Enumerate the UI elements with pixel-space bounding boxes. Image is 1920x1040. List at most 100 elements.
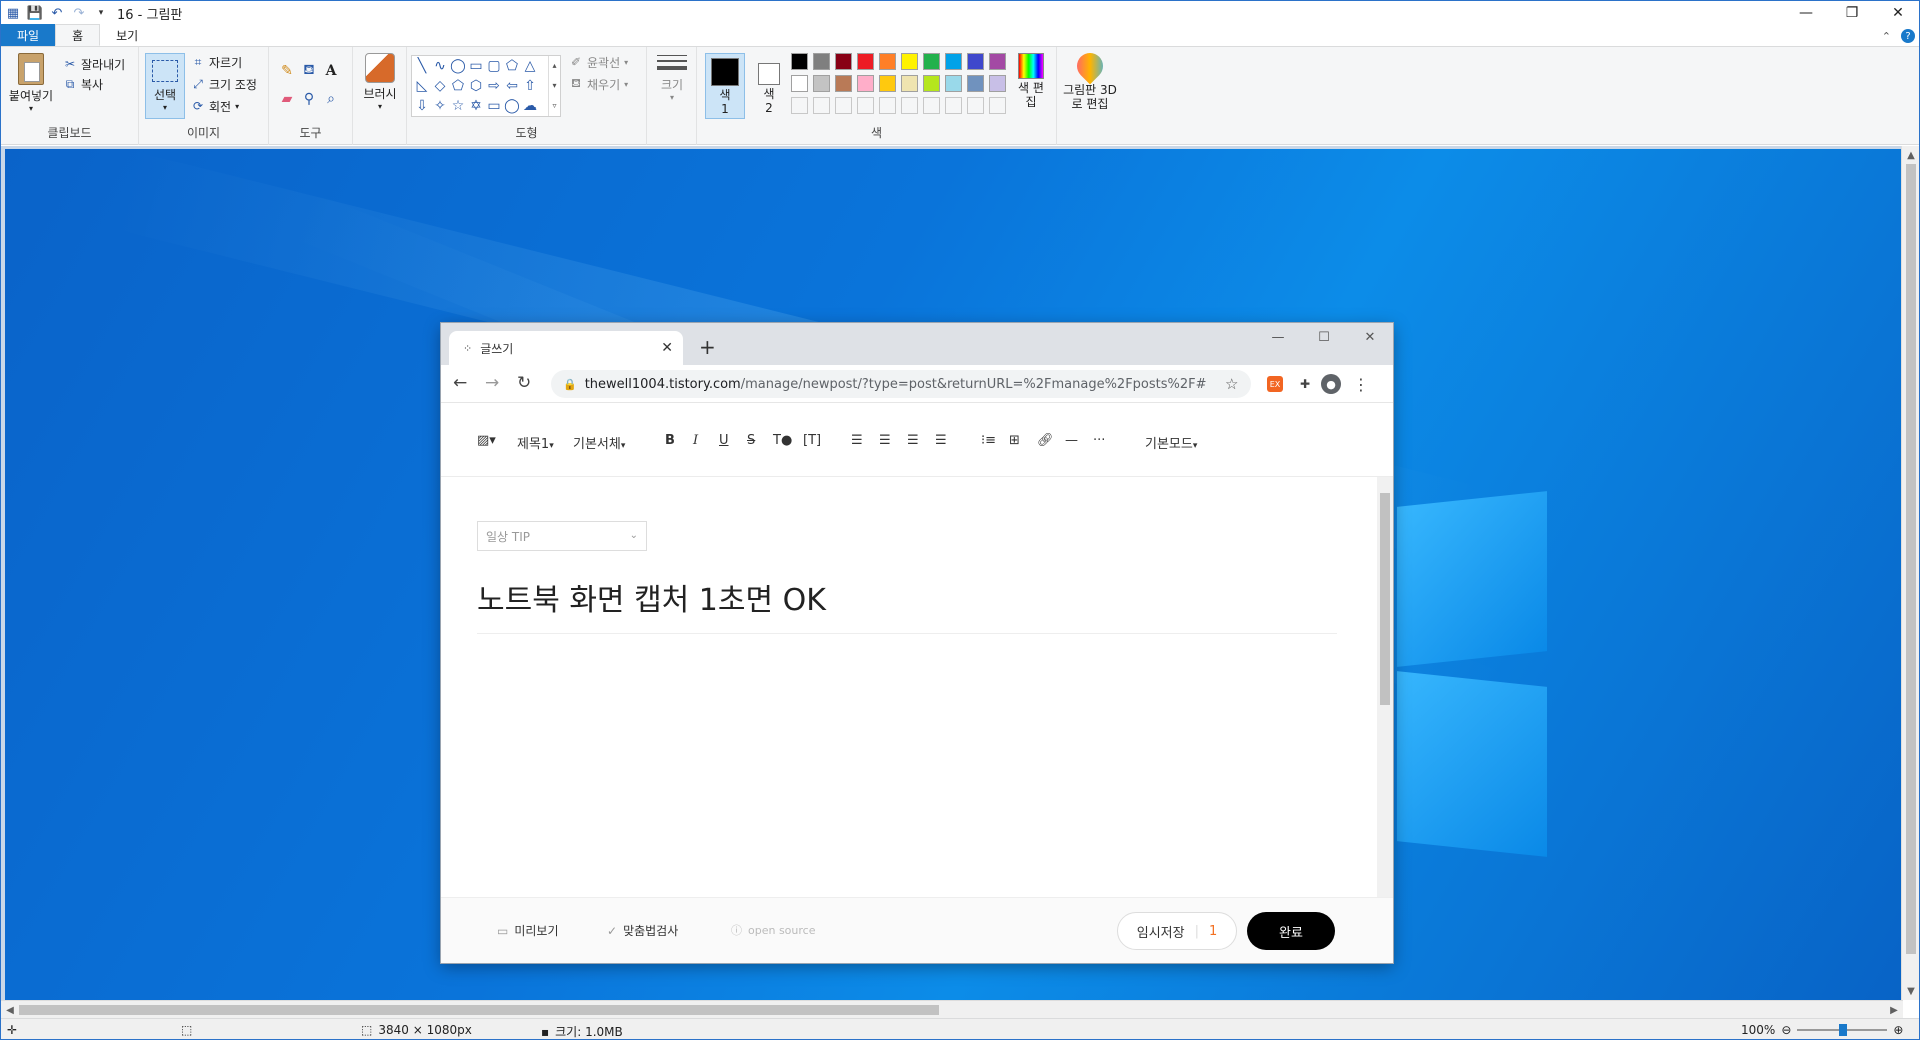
spellcheck-button[interactable]: ✓ 맞춤법검사 bbox=[607, 922, 678, 939]
color-swatch[interactable] bbox=[923, 75, 940, 92]
zoom-in-icon[interactable]: ⊕ bbox=[1893, 1023, 1903, 1037]
copy-button[interactable]: ⧉ 복사 bbox=[63, 75, 103, 93]
oval-callout-shape-icon[interactable]: ◯ bbox=[504, 98, 520, 114]
color-picker-icon[interactable]: ⚲ bbox=[301, 91, 317, 107]
custom-color-slot[interactable] bbox=[901, 97, 918, 114]
profile-avatar-icon[interactable]: ● bbox=[1321, 374, 1341, 394]
eraser-icon[interactable]: ▰ bbox=[279, 91, 295, 107]
align-center-icon[interactable]: ☰ bbox=[879, 433, 891, 448]
browser-close-button[interactable]: ✕ bbox=[1347, 323, 1393, 351]
redo-icon[interactable]: ↷ bbox=[71, 5, 87, 21]
custom-color-slot[interactable] bbox=[813, 97, 830, 114]
five-point-star-shape-icon[interactable]: ☆ bbox=[450, 98, 466, 114]
outline-button[interactable]: ✐ 윤곽선 ▾ bbox=[569, 53, 628, 71]
color-swatch[interactable] bbox=[857, 75, 874, 92]
size-button[interactable]: 크기 ▾ bbox=[651, 55, 693, 102]
rounded-rect-shape-icon[interactable]: ▢ bbox=[486, 58, 502, 74]
extension-icon[interactable]: EX bbox=[1267, 376, 1283, 392]
browser-minimize-button[interactable]: — bbox=[1255, 323, 1301, 351]
fill-button[interactable]: ⛾ 채우기 ▾ bbox=[569, 75, 628, 93]
tab-file[interactable]: 파일 bbox=[1, 24, 56, 46]
scroll-left-icon[interactable]: ◀ bbox=[1, 1001, 19, 1019]
curve-shape-icon[interactable]: ∿ bbox=[432, 58, 448, 74]
color-swatch[interactable] bbox=[835, 75, 852, 92]
color-swatch[interactable] bbox=[967, 75, 984, 92]
triangle-shape-icon[interactable]: △ bbox=[522, 58, 538, 74]
four-point-star-shape-icon[interactable]: ✧ bbox=[432, 98, 448, 114]
address-bar[interactable]: 🔒 thewell1004.tistory.com/manage/newpost… bbox=[551, 370, 1251, 398]
text-icon[interactable]: A bbox=[323, 63, 339, 79]
horizontal-rule-icon[interactable]: — bbox=[1065, 433, 1078, 448]
color-swatch[interactable] bbox=[879, 75, 896, 92]
color-swatch[interactable] bbox=[813, 75, 830, 92]
color-swatch[interactable] bbox=[901, 75, 918, 92]
tab-view[interactable]: 보기 bbox=[100, 24, 154, 46]
color-swatch[interactable] bbox=[791, 53, 808, 70]
collapse-ribbon-icon[interactable]: ⌃ bbox=[1882, 30, 1891, 43]
rectangle-shape-icon[interactable]: ▭ bbox=[468, 58, 484, 74]
vertical-scroll-thumb[interactable] bbox=[1906, 164, 1916, 954]
canvas-area[interactable]: ⁘ 글쓰기 ✕ + — ☐ ✕ ← → ↻ 🔒 thewell1004.tist… bbox=[1, 146, 1903, 1000]
restore-button[interactable]: ❐ bbox=[1829, 1, 1875, 25]
line-shape-icon[interactable]: ╲ bbox=[414, 58, 430, 74]
tab-home[interactable]: 홈 bbox=[55, 24, 101, 46]
editor-body[interactable]: 일상 TIP ⌄ 노트북 화면 캡처 1초면 OK bbox=[441, 477, 1377, 897]
custom-color-slot[interactable] bbox=[923, 97, 940, 114]
menu-kebab-icon[interactable]: ⋮ bbox=[1351, 374, 1371, 394]
bookmark-star-icon[interactable]: ☆ bbox=[1225, 375, 1238, 393]
crop-button[interactable]: ⌗ 자르기 bbox=[191, 53, 243, 71]
help-icon[interactable]: ? bbox=[1901, 29, 1915, 43]
close-button[interactable]: ✕ bbox=[1875, 1, 1919, 25]
resize-button[interactable]: ⤢ 크기 조정 bbox=[191, 75, 257, 93]
horizontal-scroll-thumb[interactable] bbox=[19, 1005, 939, 1015]
link-icon[interactable]: 🔗︎ bbox=[1037, 433, 1054, 448]
pencil-icon[interactable]: ✎ bbox=[279, 63, 295, 79]
italic-icon[interactable]: I bbox=[693, 433, 698, 448]
save-icon[interactable]: 💾 bbox=[27, 5, 43, 21]
shapes-gallery[interactable]: ╲ ∿ ◯ ▭ ▢ ⬠ △ ◺ ◇ ⬠ ⬡ ⇨ ⇦ ⇧ ⇩ ✧ ☆ ✡ ▭ ◯ bbox=[411, 55, 561, 117]
color1-button[interactable]: 색 1 bbox=[705, 53, 745, 119]
color-swatch[interactable] bbox=[945, 53, 962, 70]
paste-button[interactable]: 붙여넣기 ▾ bbox=[7, 53, 55, 113]
color-swatch[interactable] bbox=[967, 53, 984, 70]
custom-color-slot[interactable] bbox=[791, 97, 808, 114]
back-icon[interactable]: ← bbox=[453, 373, 467, 393]
edit-colors-button[interactable]: 색 편집 bbox=[1011, 53, 1051, 109]
up-arrow-shape-icon[interactable]: ⇧ bbox=[522, 78, 538, 94]
custom-color-slot[interactable] bbox=[879, 97, 896, 114]
six-point-star-shape-icon[interactable]: ✡ bbox=[468, 98, 484, 114]
editor-scroll-thumb[interactable] bbox=[1380, 493, 1390, 705]
table-icon[interactable]: ⊞ bbox=[1009, 433, 1020, 448]
polygon-shape-icon[interactable]: ⬠ bbox=[504, 58, 520, 74]
font-dropdown[interactable]: 기본서체▾ bbox=[573, 433, 625, 452]
bullet-list-icon[interactable]: ⁝≡ bbox=[981, 433, 996, 448]
mode-dropdown[interactable]: 기본모드▾ bbox=[1145, 433, 1197, 452]
bold-icon[interactable]: B bbox=[665, 433, 675, 448]
open-source-link[interactable]: ⓘ open source bbox=[731, 922, 815, 938]
align-right-icon[interactable]: ☰ bbox=[907, 433, 919, 448]
color-swatch[interactable] bbox=[813, 53, 830, 70]
category-select[interactable]: 일상 TIP ⌄ bbox=[477, 521, 647, 551]
zoom-out-icon[interactable]: ⊖ bbox=[1781, 1023, 1791, 1037]
rect-callout-shape-icon[interactable]: ▭ bbox=[486, 98, 502, 114]
custom-color-slot[interactable] bbox=[945, 97, 962, 114]
color-swatch[interactable] bbox=[989, 53, 1006, 70]
new-tab-icon[interactable]: + bbox=[699, 335, 716, 359]
color-swatch[interactable] bbox=[857, 53, 874, 70]
pentagon-shape-icon[interactable]: ⬠ bbox=[450, 78, 466, 94]
cut-button[interactable]: ✂ 잘라내기 bbox=[63, 55, 125, 73]
strikethrough-icon[interactable]: S bbox=[747, 433, 755, 448]
custom-color-slot[interactable] bbox=[989, 97, 1006, 114]
rotate-button[interactable]: ⟳ 회전 ▾ bbox=[191, 97, 239, 115]
color-swatch[interactable] bbox=[923, 53, 940, 70]
custom-color-slot[interactable] bbox=[857, 97, 874, 114]
color-swatch[interactable] bbox=[879, 53, 896, 70]
cloud-callout-shape-icon[interactable]: ☁ bbox=[522, 98, 538, 114]
post-title-input[interactable]: 노트북 화면 캡처 1초면 OK bbox=[477, 575, 826, 619]
customize-dropdown-icon[interactable]: ▾ bbox=[93, 5, 109, 21]
text-background-icon[interactable]: [T] bbox=[803, 433, 821, 448]
magnifier-icon[interactable]: ⌕ bbox=[323, 91, 339, 107]
heading-dropdown[interactable]: 제목1▾ bbox=[517, 433, 554, 452]
extensions-puzzle-icon[interactable]: ✚ bbox=[1295, 374, 1315, 394]
right-arrow-shape-icon[interactable]: ⇨ bbox=[486, 78, 502, 94]
